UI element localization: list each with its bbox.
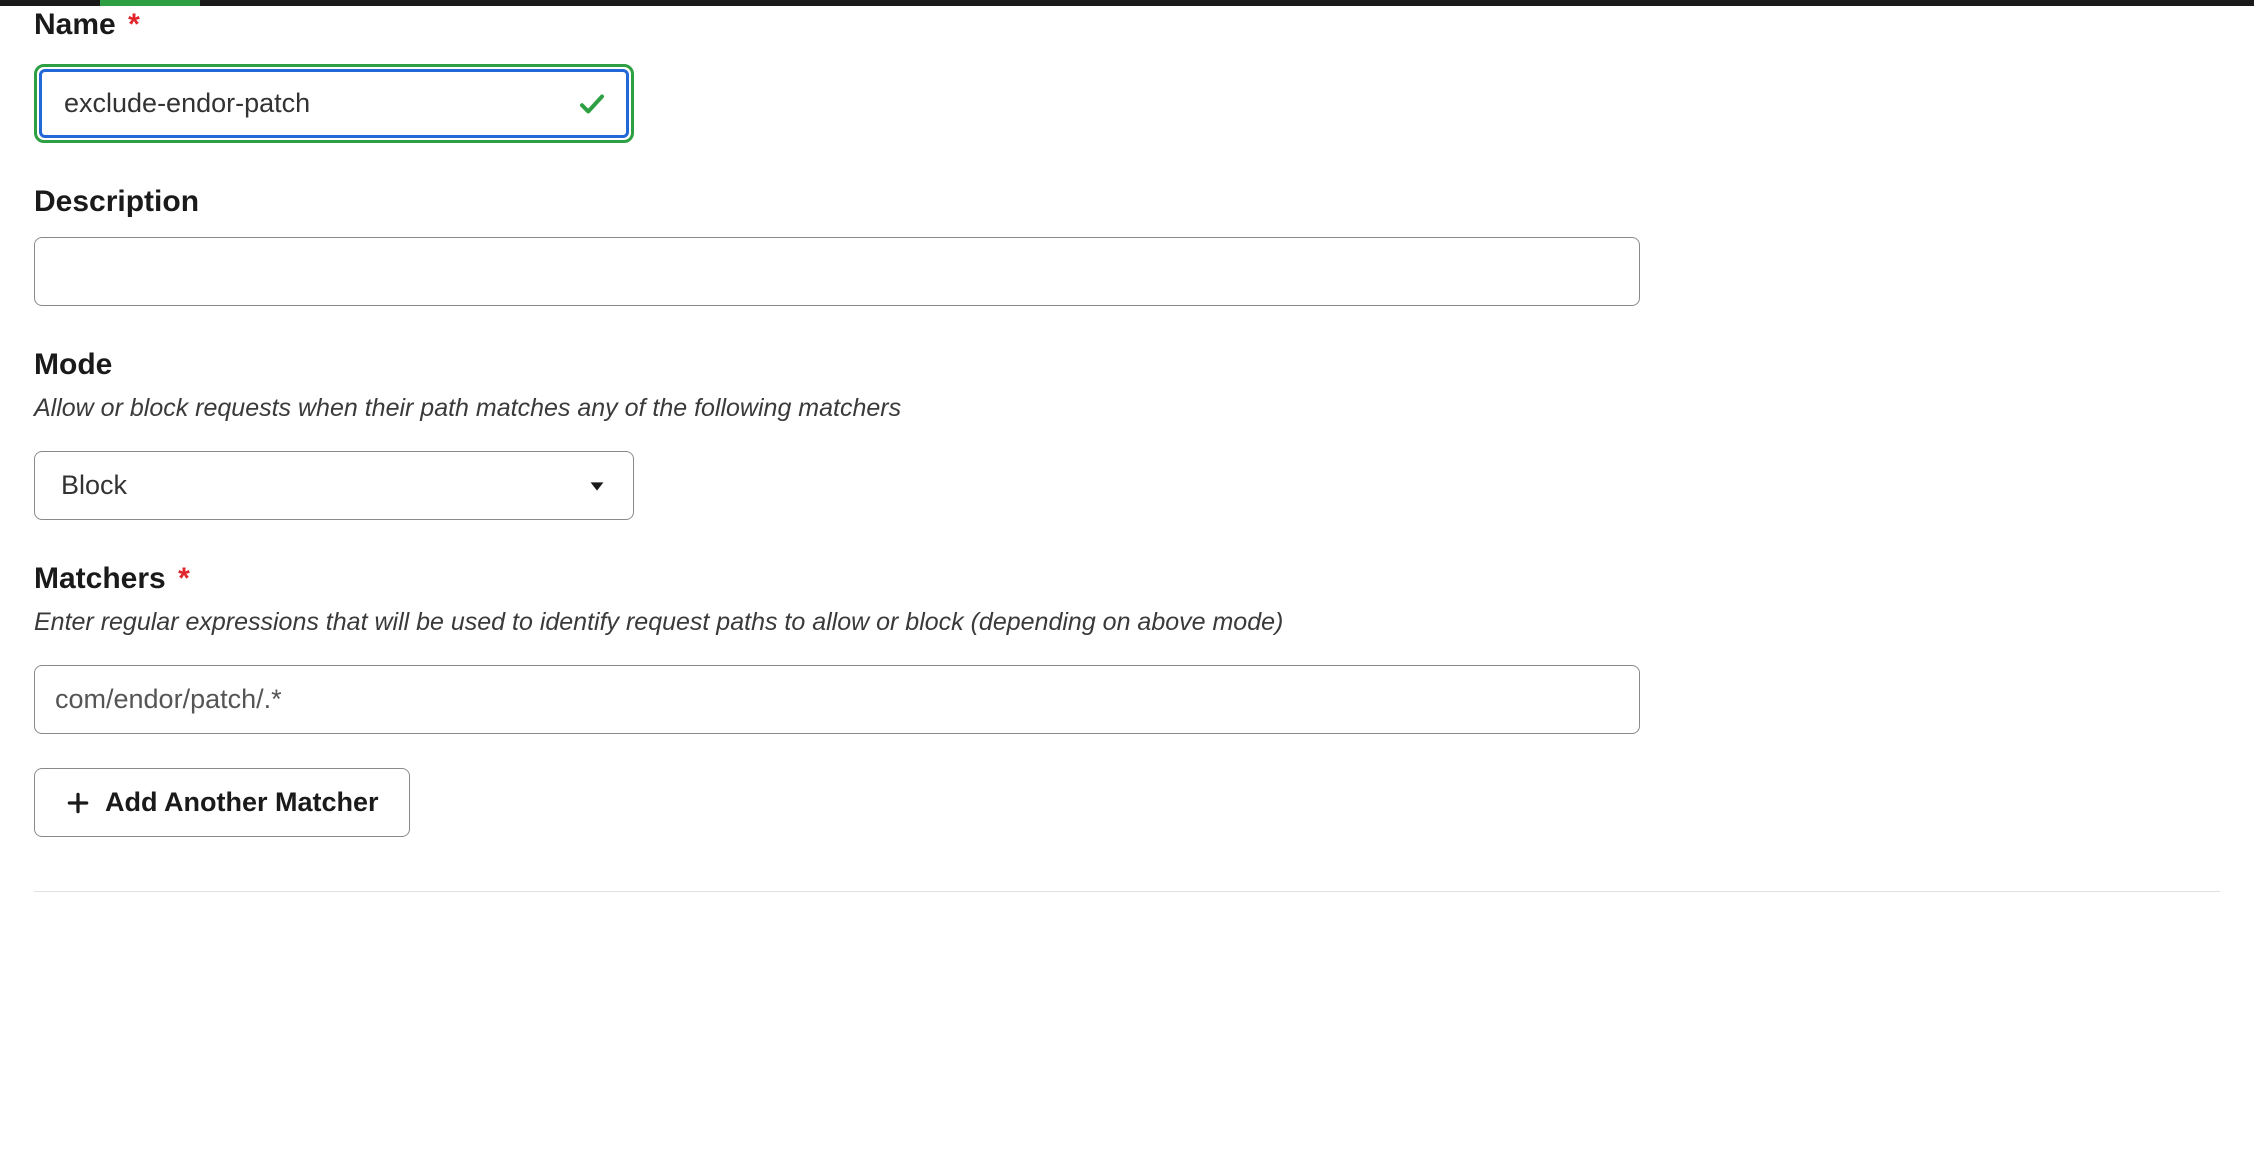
required-asterisk: * [128, 8, 140, 41]
mode-select-wrap: Block [34, 451, 634, 520]
name-field: Name * [34, 8, 2220, 143]
description-label-text: Description [34, 185, 199, 218]
required-asterisk: * [178, 562, 190, 595]
name-input[interactable] [39, 69, 629, 138]
section-divider [34, 891, 2220, 892]
mode-label: Mode [34, 348, 2220, 382]
check-icon [577, 89, 607, 119]
mode-selected-value: Block [61, 470, 127, 500]
description-label: Description [34, 185, 2220, 219]
name-input-wrap [34, 64, 634, 143]
add-matcher-button[interactable]: Add Another Matcher [34, 768, 410, 837]
description-field: Description [34, 185, 2220, 306]
matcher-input[interactable] [34, 665, 1640, 734]
add-matcher-label: Add Another Matcher [105, 787, 379, 818]
description-input[interactable] [34, 237, 1640, 306]
matchers-label: Matchers * [34, 562, 2220, 596]
matchers-label-text: Matchers [34, 562, 166, 595]
top-bar [0, 0, 2254, 6]
mode-helper-text: Allow or block requests when their path … [34, 394, 2220, 423]
form-content: Name * Description Mode Allow or block r… [0, 8, 2254, 926]
mode-select[interactable]: Block [34, 451, 634, 520]
mode-field: Mode Allow or block requests when their … [34, 348, 2220, 520]
name-label: Name * [34, 8, 2220, 42]
matchers-field: Matchers * Enter regular expressions tha… [34, 562, 2220, 734]
matchers-helper-text: Enter regular expressions that will be u… [34, 608, 2220, 637]
top-bar-accent [100, 0, 200, 6]
name-label-text: Name [34, 8, 116, 41]
mode-label-text: Mode [34, 348, 112, 381]
plus-icon [65, 790, 91, 816]
